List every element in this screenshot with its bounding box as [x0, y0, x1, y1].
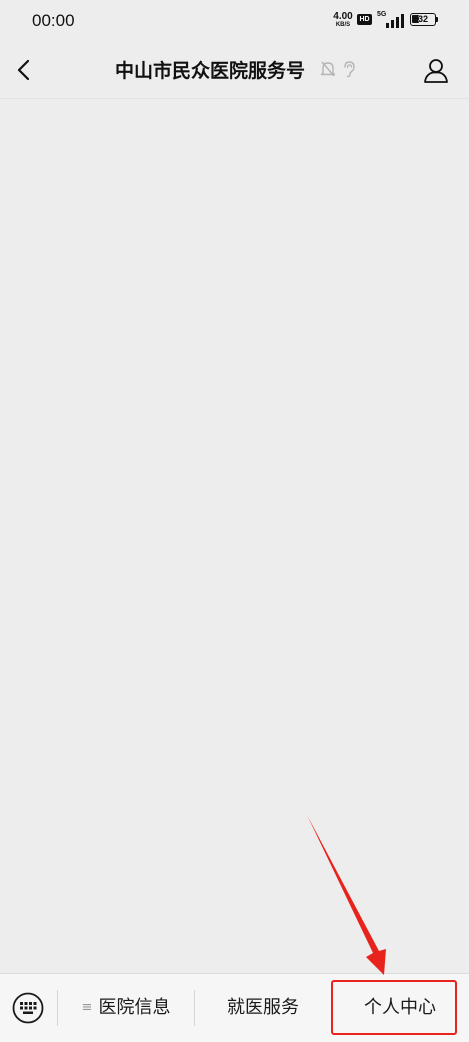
battery-icon: 32	[410, 13, 436, 26]
chat-area	[0, 99, 469, 973]
keyboard-icon	[12, 992, 44, 1024]
menu-item-hospital-info[interactable]: ≡ 医院信息	[58, 986, 194, 1030]
battery-tip	[436, 17, 438, 22]
nav-bar: 中山市民众医院服务号	[0, 42, 469, 99]
bottom-menu-bar: ≡ 医院信息 就医服务 个人中心	[0, 973, 469, 1042]
bell-off-icon	[320, 61, 336, 77]
chevron-left-icon	[17, 59, 30, 81]
battery-level: 32	[417, 14, 428, 24]
menu-item-label: 个人中心	[364, 997, 436, 1018]
menu-item-label: 就医服务	[227, 997, 299, 1018]
menu-item-personal-center[interactable]: 个人中心	[332, 986, 468, 1030]
network-speed-unit: KB/S	[335, 22, 351, 28]
signal-icon: 5G	[377, 11, 405, 29]
hd-badge: HD	[357, 14, 372, 25]
back-button[interactable]	[10, 54, 40, 86]
menu-item-medical-services[interactable]: 就医服务	[195, 986, 331, 1030]
keyboard-toggle-button[interactable]	[12, 992, 44, 1024]
network-speed-value: 4.00	[333, 11, 353, 22]
earpiece-icon	[344, 61, 355, 78]
submenu-lines-icon: ≡	[81, 1000, 93, 1015]
network-speed: 4.00 KB/S	[331, 11, 355, 29]
status-bar: 00:00 4.00 KB/S HD 5G 32	[0, 0, 469, 42]
profile-button[interactable]	[421, 56, 451, 86]
person-icon	[424, 59, 448, 83]
menu-item-label: 医院信息	[98, 997, 171, 1018]
status-time: 00:00	[32, 11, 75, 30]
network-type: 5G	[377, 11, 387, 18]
page-title: 中山市民众医院服务号	[114, 60, 305, 82]
